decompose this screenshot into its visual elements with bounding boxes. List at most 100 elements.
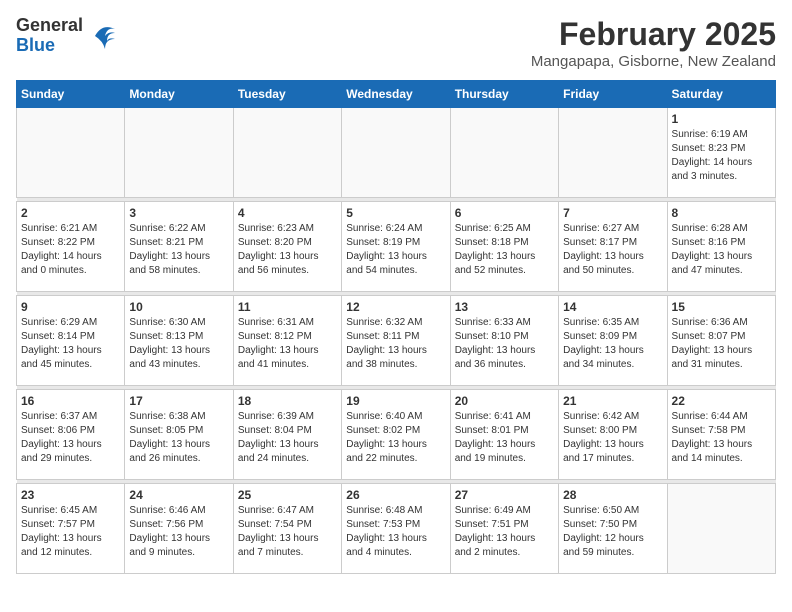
day-number: 20 <box>455 394 554 408</box>
calendar-cell <box>125 108 233 198</box>
day-number: 14 <box>563 300 662 314</box>
subtitle: Mangapapa, Gisborne, New Zealand <box>531 53 776 70</box>
day-info: Sunrise: 6:44 AM Sunset: 7:58 PM Dayligh… <box>672 410 771 466</box>
day-info: Sunrise: 6:30 AM Sunset: 8:13 PM Dayligh… <box>129 316 228 372</box>
calendar-cell: 7 Sunrise: 6:27 AM Sunset: 8:17 PM Daylig… <box>559 202 667 292</box>
day-info: Sunrise: 6:46 AM Sunset: 7:56 PM Dayligh… <box>129 504 228 560</box>
day-info: Sunrise: 6:24 AM Sunset: 8:19 PM Dayligh… <box>346 222 445 278</box>
calendar-cell: 11 Sunrise: 6:31 AM Sunset: 8:12 PM Dayli… <box>233 296 341 386</box>
day-info: Sunrise: 6:38 AM Sunset: 8:05 PM Dayligh… <box>129 410 228 466</box>
calendar-cell <box>342 108 450 198</box>
week-row-1: 2Sunrise: 6:21 AM Sunset: 8:22 PM Daylig… <box>17 202 776 292</box>
calendar-cell <box>233 108 341 198</box>
calendar-cell: 3 Sunrise: 6:22 AM Sunset: 8:21 PM Daylig… <box>125 202 233 292</box>
week-row-3: 16 Sunrise: 6:37 AM Sunset: 8:06 PM Dayli… <box>17 390 776 480</box>
day-info: Sunrise: 6:32 AM Sunset: 8:11 PM Dayligh… <box>346 316 445 372</box>
day-number: 4 <box>238 206 337 220</box>
calendar-cell: 5 Sunrise: 6:24 AM Sunset: 8:19 PM Daylig… <box>342 202 450 292</box>
day-info: Sunrise: 6:48 AM Sunset: 7:53 PM Dayligh… <box>346 504 445 560</box>
day-info: Sunrise: 6:40 AM Sunset: 8:02 PM Dayligh… <box>346 410 445 466</box>
calendar-cell: 13 Sunrise: 6:33 AM Sunset: 8:10 PM Dayli… <box>450 296 558 386</box>
day-number: 15 <box>672 300 771 314</box>
day-info: Sunrise: 6:35 AM Sunset: 8:09 PM Dayligh… <box>563 316 662 372</box>
day-number: 9 <box>21 300 120 314</box>
weekday-header-friday: Friday <box>559 81 667 108</box>
logo: General Blue <box>16 16 117 56</box>
day-number: 8 <box>672 206 771 220</box>
day-number: 18 <box>238 394 337 408</box>
day-number: 1 <box>672 112 771 126</box>
calendar-cell: 10 Sunrise: 6:30 AM Sunset: 8:13 PM Dayli… <box>125 296 233 386</box>
calendar-cell <box>667 484 775 574</box>
calendar-cell: 26 Sunrise: 6:48 AM Sunset: 7:53 PM Dayli… <box>342 484 450 574</box>
logo-general: General <box>16 16 83 36</box>
week-row-0: 1 Sunrise: 6:19 AM Sunset: 8:23 PM Daylig… <box>17 108 776 198</box>
day-number: 5 <box>346 206 445 220</box>
calendar-cell: 28Sunrise: 6:50 AM Sunset: 7:50 PM Dayli… <box>559 484 667 574</box>
day-info: Sunrise: 6:41 AM Sunset: 8:01 PM Dayligh… <box>455 410 554 466</box>
day-number: 10 <box>129 300 228 314</box>
day-number: 3 <box>129 206 228 220</box>
day-info: Sunrise: 6:45 AM Sunset: 7:57 PM Dayligh… <box>21 504 120 560</box>
day-number: 12 <box>346 300 445 314</box>
day-info: Sunrise: 6:23 AM Sunset: 8:20 PM Dayligh… <box>238 222 337 278</box>
day-info: Sunrise: 6:33 AM Sunset: 8:10 PM Dayligh… <box>455 316 554 372</box>
day-number: 23 <box>21 488 120 502</box>
day-number: 28 <box>563 488 662 502</box>
calendar-cell: 14 Sunrise: 6:35 AM Sunset: 8:09 PM Dayli… <box>559 296 667 386</box>
day-info: Sunrise: 6:22 AM Sunset: 8:21 PM Dayligh… <box>129 222 228 278</box>
day-number: 21 <box>563 394 662 408</box>
calendar-cell: 15 Sunrise: 6:36 AM Sunset: 8:07 PM Dayli… <box>667 296 775 386</box>
calendar-cell: 4 Sunrise: 6:23 AM Sunset: 8:20 PM Daylig… <box>233 202 341 292</box>
week-row-2: 9 Sunrise: 6:29 AM Sunset: 8:14 PM Daylig… <box>17 296 776 386</box>
day-info: Sunrise: 6:37 AM Sunset: 8:06 PM Dayligh… <box>21 410 120 466</box>
day-number: 17 <box>129 394 228 408</box>
day-info: Sunrise: 6:31 AM Sunset: 8:12 PM Dayligh… <box>238 316 337 372</box>
calendar-cell: 6 Sunrise: 6:25 AM Sunset: 8:18 PM Daylig… <box>450 202 558 292</box>
calendar-cell: 9 Sunrise: 6:29 AM Sunset: 8:14 PM Daylig… <box>17 296 125 386</box>
day-number: 11 <box>238 300 337 314</box>
week-row-4: 23 Sunrise: 6:45 AM Sunset: 7:57 PM Dayli… <box>17 484 776 574</box>
header: General Blue February 2025 Mangapapa, Gi… <box>16 16 776 70</box>
calendar-cell: 22Sunrise: 6:44 AM Sunset: 7:58 PM Dayli… <box>667 390 775 480</box>
calendar-cell: 20 Sunrise: 6:41 AM Sunset: 8:01 PM Dayli… <box>450 390 558 480</box>
calendar-cell: 19 Sunrise: 6:40 AM Sunset: 8:02 PM Dayli… <box>342 390 450 480</box>
day-number: 27 <box>455 488 554 502</box>
calendar-cell: 25Sunrise: 6:47 AM Sunset: 7:54 PM Dayli… <box>233 484 341 574</box>
day-number: 6 <box>455 206 554 220</box>
day-number: 7 <box>563 206 662 220</box>
weekday-header-tuesday: Tuesday <box>233 81 341 108</box>
logo-text: General Blue <box>16 16 83 56</box>
day-info: Sunrise: 6:27 AM Sunset: 8:17 PM Dayligh… <box>563 222 662 278</box>
calendar-cell: 24 Sunrise: 6:46 AM Sunset: 7:56 PM Dayli… <box>125 484 233 574</box>
calendar-cell: 18 Sunrise: 6:39 AM Sunset: 8:04 PM Dayli… <box>233 390 341 480</box>
weekday-header-sunday: Sunday <box>17 81 125 108</box>
calendar-cell: 1 Sunrise: 6:19 AM Sunset: 8:23 PM Daylig… <box>667 108 775 198</box>
day-info: Sunrise: 6:36 AM Sunset: 8:07 PM Dayligh… <box>672 316 771 372</box>
calendar-cell: 23 Sunrise: 6:45 AM Sunset: 7:57 PM Dayli… <box>17 484 125 574</box>
title-area: February 2025 Mangapapa, Gisborne, New Z… <box>531 16 776 70</box>
day-number: 25 <box>238 488 337 502</box>
calendar-cell <box>559 108 667 198</box>
calendar-cell: 16 Sunrise: 6:37 AM Sunset: 8:06 PM Dayli… <box>17 390 125 480</box>
weekday-header-saturday: Saturday <box>667 81 775 108</box>
weekday-header-row: SundayMondayTuesdayWednesdayThursdayFrid… <box>17 81 776 108</box>
day-number: 19 <box>346 394 445 408</box>
day-number: 26 <box>346 488 445 502</box>
day-number: 24 <box>129 488 228 502</box>
day-info: Sunrise: 6:39 AM Sunset: 8:04 PM Dayligh… <box>238 410 337 466</box>
day-info: Sunrise: 6:19 AM Sunset: 8:23 PM Dayligh… <box>672 128 771 184</box>
day-info: Sunrise: 6:29 AM Sunset: 8:14 PM Dayligh… <box>21 316 120 372</box>
calendar-cell: 17 Sunrise: 6:38 AM Sunset: 8:05 PM Dayli… <box>125 390 233 480</box>
calendar-cell: 27Sunrise: 6:49 AM Sunset: 7:51 PM Dayli… <box>450 484 558 574</box>
logo-icon <box>87 21 117 51</box>
day-info: Sunrise: 6:25 AM Sunset: 8:18 PM Dayligh… <box>455 222 554 278</box>
day-number: 2 <box>21 206 120 220</box>
calendar-cell <box>450 108 558 198</box>
weekday-header-wednesday: Wednesday <box>342 81 450 108</box>
day-number: 13 <box>455 300 554 314</box>
calendar-cell: 2Sunrise: 6:21 AM Sunset: 8:22 PM Daylig… <box>17 202 125 292</box>
day-number: 16 <box>21 394 120 408</box>
main-title: February 2025 <box>531 16 776 53</box>
calendar-cell: 21Sunrise: 6:42 AM Sunset: 8:00 PM Dayli… <box>559 390 667 480</box>
